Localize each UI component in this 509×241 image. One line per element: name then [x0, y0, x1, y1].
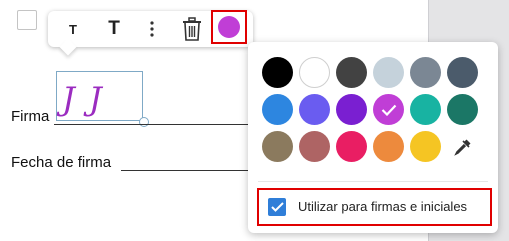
decrease-text-size-button[interactable]: T	[62, 11, 84, 47]
color-panel: Utilizar para firmas e iniciales	[248, 42, 498, 233]
color-swatch[interactable]	[336, 131, 367, 162]
color-swatch[interactable]	[373, 57, 404, 88]
current-color-swatch	[218, 16, 240, 38]
color-swatch[interactable]	[262, 57, 293, 88]
signature-label: Firma	[11, 108, 50, 125]
color-swatch[interactable]	[373, 94, 404, 125]
color-swatch[interactable]	[336, 94, 367, 125]
color-swatch[interactable]	[299, 57, 330, 88]
eyedropper-icon	[453, 139, 470, 156]
signature-line	[54, 124, 254, 125]
use-for-signatures-option[interactable]: Utilizar para firmas e iniciales	[257, 188, 492, 226]
color-swatch[interactable]	[299, 94, 330, 125]
panel-divider	[258, 181, 488, 182]
checkmark-icon	[381, 104, 396, 116]
color-swatch[interactable]	[299, 131, 330, 162]
color-picker-button[interactable]	[211, 10, 247, 44]
field-checkbox[interactable]	[17, 10, 37, 30]
text-small-icon: T	[69, 21, 77, 37]
color-swatch[interactable]	[262, 131, 293, 162]
delete-button[interactable]	[178, 11, 206, 47]
trash-icon	[183, 17, 201, 41]
more-options-button[interactable]	[144, 11, 160, 47]
color-swatch[interactable]	[447, 57, 478, 88]
color-swatch[interactable]	[410, 57, 441, 88]
date-label: Fecha de firma	[11, 154, 112, 171]
use-for-signatures-checkbox[interactable]	[268, 198, 286, 216]
date-line	[121, 170, 254, 171]
color-swatch[interactable]	[262, 94, 293, 125]
color-swatch[interactable]	[336, 57, 367, 88]
use-for-signatures-label: Utilizar para firmas e iniciales	[298, 199, 468, 214]
signature-initials: JJ	[62, 80, 116, 118]
resize-handle[interactable]	[139, 117, 149, 127]
color-swatch[interactable]	[373, 131, 404, 162]
vertical-dots-icon	[150, 21, 154, 37]
increase-text-size-button[interactable]: T	[102, 11, 126, 47]
field-toolbar: T T	[48, 10, 253, 56]
checkmark-icon	[270, 202, 284, 212]
text-large-icon: T	[108, 18, 120, 39]
color-swatch[interactable]	[410, 131, 441, 162]
color-swatch[interactable]	[410, 94, 441, 125]
eyedropper-button[interactable]	[447, 131, 478, 162]
color-swatch[interactable]	[447, 94, 478, 125]
